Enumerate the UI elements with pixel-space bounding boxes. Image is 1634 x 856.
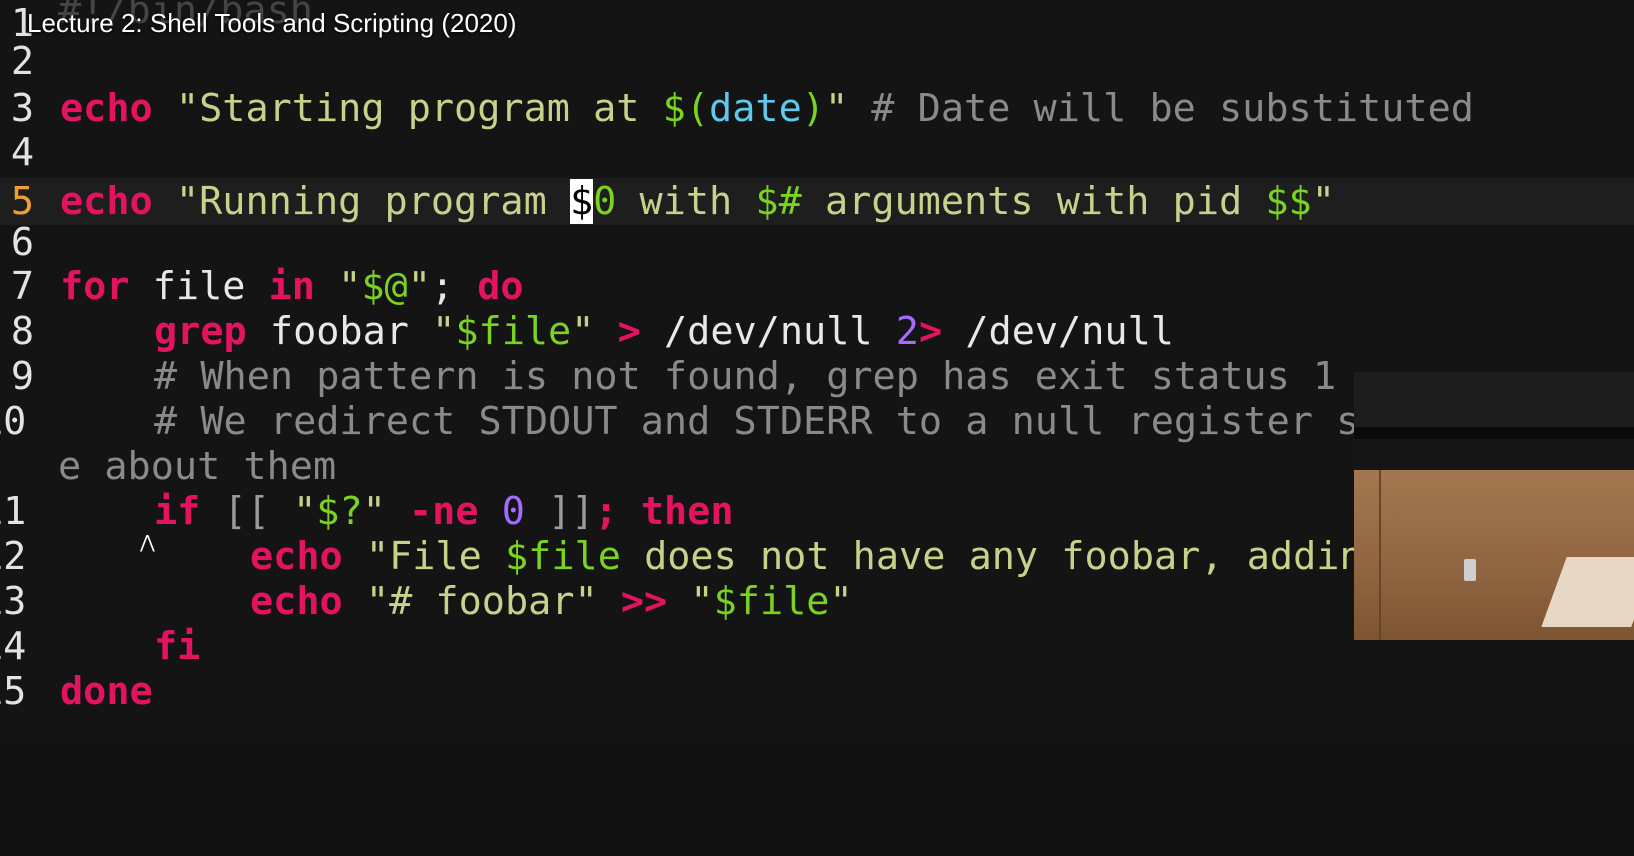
- token-quote: ": [432, 309, 456, 354]
- code-line-5[interactable]: 5 echo "Running program $0 with $# argum…: [0, 178, 1634, 225]
- line-number: 15: [0, 669, 27, 714]
- token-quote: ": [829, 579, 853, 624]
- line-number: 6: [10, 220, 34, 265]
- line-number: 8: [10, 309, 34, 354]
- token-grep: grep: [154, 309, 247, 354]
- token-comment: e about them: [58, 444, 337, 489]
- code-text: for file in "$@"; do: [60, 263, 524, 310]
- code-text: if [[ "$?" -ne 0 ]]; then: [154, 488, 734, 535]
- token-for: for: [60, 264, 130, 309]
- line-number: 9: [10, 354, 34, 399]
- token-var-file: $file: [504, 534, 621, 579]
- token-var-hash: $#: [755, 179, 802, 224]
- token-var-file: $file: [713, 579, 830, 624]
- token-echo: echo: [60, 86, 153, 131]
- video-title[interactable]: Lecture 2: Shell Tools and Scripting (20…: [27, 8, 516, 39]
- token-quote: ": [690, 579, 714, 624]
- code-text: done: [60, 668, 153, 715]
- token-quote-end: ": [1311, 179, 1335, 224]
- token-fi: fi: [154, 624, 201, 669]
- token-subst-open: $(: [662, 86, 710, 131]
- token-then: then: [617, 489, 734, 534]
- code-line-15[interactable]: 15 done: [0, 668, 1634, 715]
- token-do: do: [454, 264, 524, 309]
- token-zero: 0: [501, 489, 525, 534]
- line-number: 10: [0, 399, 27, 444]
- token-ne: -ne: [385, 489, 502, 534]
- line-number: 7: [10, 264, 34, 309]
- text-cursor-icon: ⋀: [140, 532, 155, 553]
- code-text: grep foobar "$file" > /dev/null 2> /dev/…: [154, 308, 1174, 355]
- code-line-3[interactable]: 3 echo "Starting program at $(date)" # D…: [0, 85, 1634, 132]
- token-date: date: [709, 86, 802, 131]
- token-comment: # When pattern is not found, grep has ex…: [154, 354, 1337, 399]
- token-var-file: $file: [455, 309, 572, 354]
- line-number: 3: [10, 86, 34, 131]
- token-append: >>: [597, 579, 691, 624]
- pip-band: [1354, 427, 1634, 439]
- token-devnull: /dev/null: [663, 309, 896, 354]
- line-number-current: 5: [10, 179, 34, 224]
- code-text: echo "Running program $0 with $# argumen…: [60, 178, 1335, 225]
- token-comment: # Date will be substituted: [848, 86, 1474, 131]
- code-line-4[interactable]: 4: [0, 129, 1634, 176]
- token-var-all-args: $@: [361, 264, 408, 309]
- token-file: file: [129, 264, 269, 309]
- line-number: 12: [0, 534, 27, 579]
- line-number: 14: [0, 624, 27, 669]
- token-semicolon: ;: [430, 264, 455, 309]
- token-semicolon: ;: [594, 489, 618, 534]
- code-text: echo "# foobar" >> "$file": [250, 578, 853, 625]
- code-text: echo "File $file does not have any fooba…: [250, 533, 1502, 580]
- token-pattern: foobar: [246, 309, 433, 354]
- token-quote: ": [293, 489, 317, 534]
- token-var-status: $?: [316, 489, 363, 534]
- code-line-7[interactable]: 7 for file in "$@"; do: [0, 263, 1634, 310]
- token-bracket-open: [[: [200, 489, 294, 534]
- token-in: in: [268, 264, 315, 309]
- token-string: Running program: [199, 179, 570, 224]
- pip-background: [1354, 372, 1634, 427]
- token-redirect: >: [594, 309, 664, 354]
- line-number: 4: [10, 130, 34, 175]
- token-redirect: >: [918, 309, 943, 354]
- code-line-8[interactable]: 8 grep foobar "$file" > /dev/null 2> /de…: [0, 308, 1634, 355]
- bottom-bar: [0, 745, 1634, 786]
- token-quote: ": [571, 309, 595, 354]
- line-number: 13: [0, 579, 27, 624]
- token-string: "# foobar": [342, 579, 598, 624]
- token-subst-close: ): [801, 86, 825, 131]
- token-string: arguments with pid: [801, 179, 1266, 224]
- text-cursor: $: [569, 179, 594, 224]
- code-text: echo "Starting program at $(date)" # Dat…: [60, 85, 1474, 132]
- code-text: fi: [154, 623, 200, 670]
- token-quote: ": [314, 264, 362, 309]
- line-number: 11: [0, 489, 27, 534]
- podium-panel-line: [1379, 470, 1381, 640]
- token-if: if: [154, 489, 201, 534]
- token-devnull: /dev/null: [942, 309, 1174, 354]
- code-line-6[interactable]: 6: [0, 219, 1634, 266]
- token-echo: echo: [250, 579, 343, 624]
- token-string: "Starting program at: [175, 86, 663, 131]
- code-line-2[interactable]: 2: [0, 38, 1634, 85]
- line-number: 2: [10, 39, 34, 84]
- token-quote: ": [175, 179, 200, 224]
- token-var-zero: 0: [593, 179, 617, 224]
- podium-device: [1464, 559, 1476, 581]
- lecturer-video-pip: [1354, 372, 1634, 640]
- token-echo: echo: [60, 179, 153, 224]
- token-quote: ": [407, 264, 431, 309]
- token-quote: ": [362, 489, 386, 534]
- token-string: "File: [342, 534, 505, 579]
- token-var-pid: $$: [1265, 179, 1312, 224]
- token-fd-two: 2: [895, 309, 919, 354]
- token-echo: echo: [250, 534, 343, 579]
- token-done: done: [60, 669, 153, 714]
- token-bracket-close: ]]: [524, 489, 595, 534]
- token-string-end: ": [824, 86, 849, 131]
- token-string: with: [616, 179, 756, 224]
